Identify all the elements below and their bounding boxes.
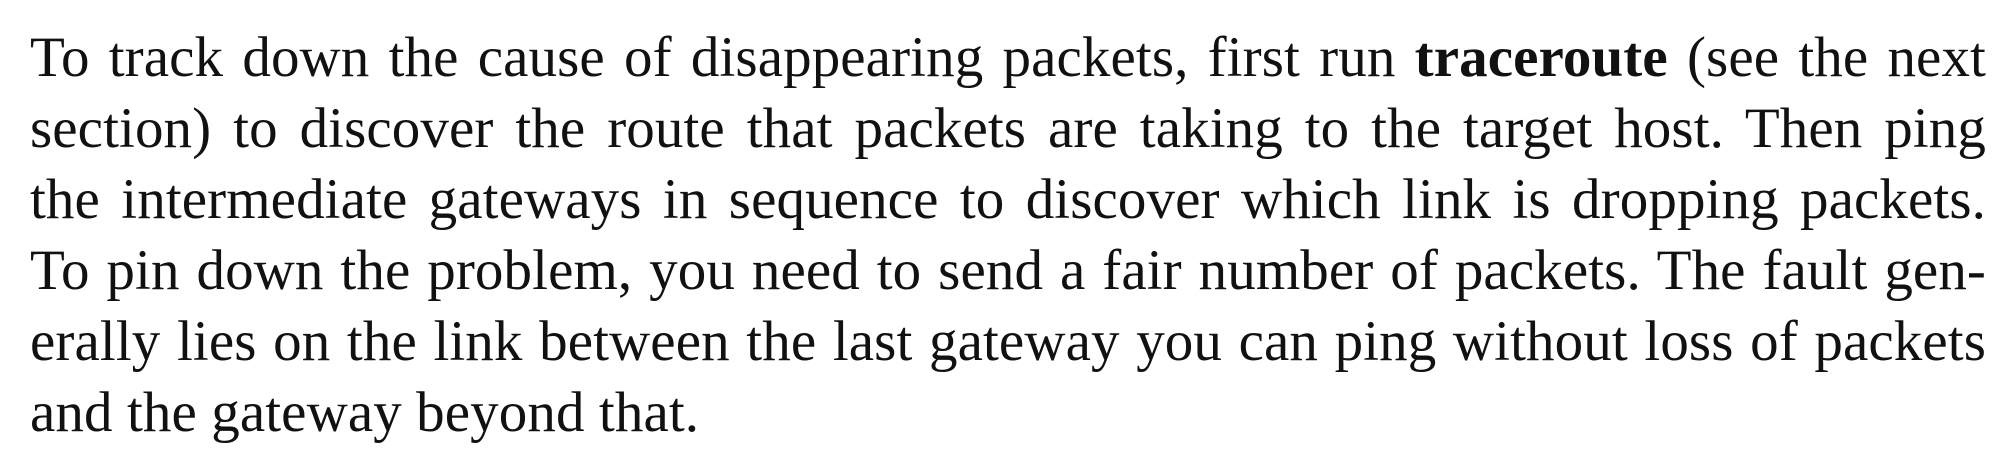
paragraph-line-2: section) to discover the route that pack…	[30, 97, 1986, 160]
traceroute-command: traceroute	[1414, 26, 1668, 89]
paragraph-line-5: erally lies on the link between the last…	[30, 310, 1986, 373]
line-1-text-before: To track down the cause of disappearing …	[30, 26, 1415, 89]
paragraph-line-6: and the gateway beyond that.	[30, 381, 700, 444]
line-1-text-after: (see the next	[1667, 26, 1986, 89]
paragraph-line-1: To track down the cause of disappearing …	[30, 22, 1986, 93]
body-paragraph: To track down the cause of disappearing …	[30, 22, 1986, 448]
paragraph-line-3: the intermediate gateways in sequence to…	[30, 168, 1986, 231]
document-page: To track down the cause of disappearing …	[0, 0, 2014, 464]
paragraph-line-4: To pin down the problem, you need to sen…	[30, 239, 1986, 302]
